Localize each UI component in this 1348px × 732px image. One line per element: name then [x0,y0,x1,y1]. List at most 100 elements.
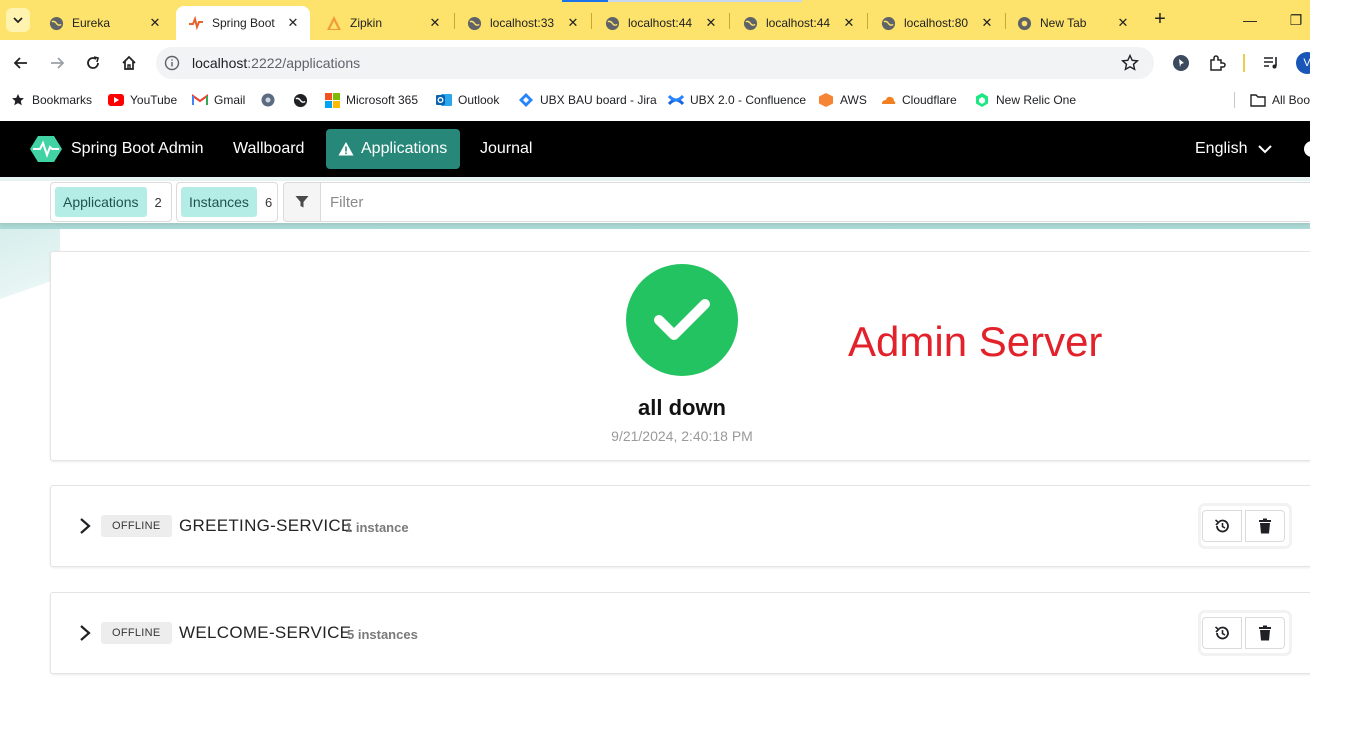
outlook-icon [436,92,452,108]
url-text[interactable]: localhost:2222/applications [192,55,360,71]
history-button[interactable] [1202,510,1242,542]
close-tab-icon[interactable]: ✕ [146,15,164,31]
bookmark-jira[interactable]: UBX BAU board - Jira [518,88,657,112]
bookmark-cloudflare[interactable]: Cloudflare [880,88,957,112]
tab-localhost-33[interactable]: localhost:33 ✕ [454,6,590,40]
url-host: localhost [192,55,248,71]
media-controls-icon[interactable] [1260,52,1282,74]
tab-localhost-44-a[interactable]: localhost:44 ✕ [592,6,728,40]
nav-journal[interactable]: Journal [468,129,544,169]
status-ok-indicator [626,264,738,376]
bookmark-all-bookmarks[interactable]: All Boo [1250,88,1310,112]
close-tab-icon[interactable]: ✕ [978,15,996,31]
reload-button[interactable] [80,50,106,76]
tab-localhost-44-b[interactable]: localhost:44 ✕ [730,6,866,40]
close-tab-icon[interactable]: ✕ [284,15,302,31]
extension-icon[interactable] [1170,52,1192,74]
brand-link[interactable]: Spring Boot Admin [30,131,204,167]
new-relic-icon [974,92,990,108]
nav-wallboard-label: Wallboard [233,140,305,157]
nav-applications[interactable]: Applications [326,129,460,169]
arrow-right-icon [51,57,65,69]
new-tab-button[interactable]: + [1148,8,1172,32]
home-button[interactable] [116,50,142,76]
chrome-icon [1016,15,1032,31]
instances-count-badge: Instances 6 [176,182,278,222]
microsoft-icon [324,92,340,108]
trash-icon [1259,625,1271,641]
back-button[interactable] [8,50,34,76]
nav-journal-label: Journal [480,140,533,157]
youtube-icon [108,92,124,108]
forward-button[interactable] [44,50,70,76]
confluence-icon [668,92,684,108]
brand-name: Spring Boot Admin [71,140,204,157]
home-icon [122,55,136,70]
tab-zipkin[interactable]: Zipkin ✕ [314,6,452,40]
bookmark-confluence[interactable]: UBX 2.0 - Confluence [668,88,806,112]
globe-icon [48,15,64,31]
check-icon [654,299,710,340]
nav-applications-label: Applications [361,140,448,157]
history-button[interactable] [1202,617,1242,649]
chevron-right-icon[interactable] [78,517,92,535]
status-badge: OFFLINE [101,622,172,644]
arrow-left-icon [13,57,27,69]
tab-eureka[interactable]: Eureka ✕ [36,6,172,40]
filter-input[interactable]: Filter [321,182,1310,222]
bookmark-outlook[interactable]: Outlook [436,88,499,112]
application-name: GREETING-SERVICE [179,516,353,535]
delete-button[interactable] [1245,617,1285,649]
bookmark-new-relic[interactable]: New Relic One [974,88,1076,112]
chevron-down-icon [13,17,23,24]
tab-new-tab[interactable]: New Tab ✕ [1004,6,1140,40]
bookmark-globe[interactable] [292,88,314,112]
restore-button[interactable]: ❐ [1284,8,1308,32]
bookmark-aws[interactable]: AWS [818,88,867,112]
toolbar-divider [1243,54,1245,72]
chevron-down-icon [1258,145,1273,154]
language-selector[interactable]: English [1195,131,1273,167]
filter-button[interactable] [283,182,321,222]
instance-count: 1 instance [345,520,409,535]
globe-icon [880,15,896,31]
close-tab-icon[interactable]: ✕ [1114,15,1132,31]
tab-localhost-80[interactable]: localhost:80 ✕ [868,6,1004,40]
tab-spring-boot[interactable]: Spring Boot ✕ [176,6,310,40]
close-tab-icon[interactable]: ✕ [426,15,444,31]
applications-label: Applications [55,187,147,217]
screen-margin [1310,0,1348,732]
bookmark-gmail[interactable]: Gmail [192,88,245,112]
loading-indicator [562,0,802,2]
nav-wallboard[interactable]: Wallboard [221,129,316,169]
applications-count: 2 [154,194,162,210]
history-icon [1214,519,1229,533]
spring-boot-admin-logo-icon [30,136,62,162]
globe-icon [292,92,308,108]
instances-count: 6 [264,194,273,210]
extensions-puzzle-icon[interactable] [1206,52,1228,74]
bookmark-youtube[interactable]: YouTube [108,88,177,112]
delete-button[interactable] [1245,510,1285,542]
site-info-icon[interactable] [164,55,180,71]
instances-label: Instances [181,187,257,217]
close-tab-icon[interactable]: ✕ [840,15,858,31]
reload-icon [87,56,99,69]
close-tab-icon[interactable]: ✕ [564,15,582,31]
minimize-button[interactable]: — [1238,8,1262,32]
tab-search-button[interactable] [6,8,30,32]
bookmark-bookmarks[interactable]: Bookmarks [10,88,92,112]
url-path: :2222/applications [247,55,361,71]
bookmark-star-icon[interactable] [1120,53,1140,73]
close-tab-icon[interactable]: ✕ [702,15,720,31]
chevron-right-icon[interactable] [78,624,92,642]
history-icon [1214,626,1229,640]
warning-icon [338,142,354,156]
bookmark-settings[interactable] [260,88,282,112]
application-name: WELCOME-SERVICE [179,623,352,642]
applications-count-badge: Applications 2 [50,182,172,222]
bookmark-microsoft-365[interactable]: Microsoft 365 [324,88,418,112]
gmail-icon [192,92,208,108]
spring-boot-admin-icon [188,15,204,31]
jira-icon [518,92,534,108]
